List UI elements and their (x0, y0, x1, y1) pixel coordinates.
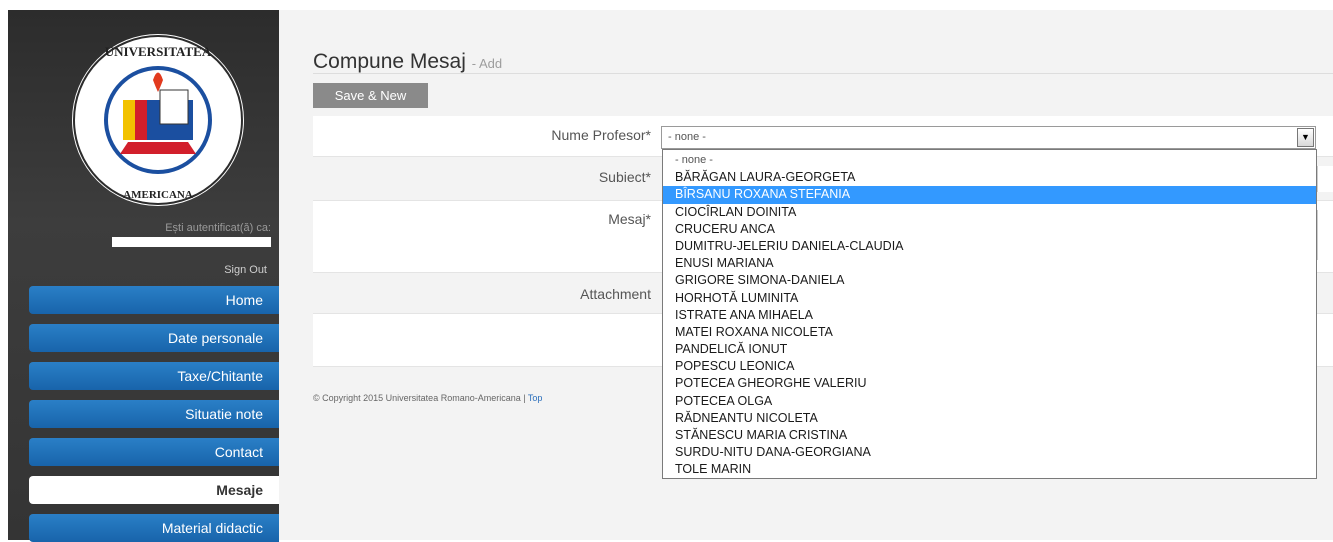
dropdown-option[interactable]: - none - (663, 152, 1316, 169)
save-new-button[interactable]: Save & New (313, 83, 428, 108)
page-subtitle: - Add (471, 56, 503, 71)
nav-taxe-chitante[interactable]: Taxe/Chitante (29, 362, 279, 390)
dropdown-option[interactable]: BÎRSANU ROXANA STEFANIA (663, 186, 1316, 204)
profesor-dropdown-list[interactable]: - none - BĂRĂGAN LAURA-GEORGETA BÎRSANU RO… (662, 149, 1317, 479)
nav-home[interactable]: Home (29, 286, 279, 314)
dropdown-option[interactable]: HORHOTĂ LUMINITA (663, 290, 1316, 307)
copyright-text: © Copyright 2015 Universitatea Romano-Am… (313, 393, 526, 403)
svg-text:UNIVERSITATEA: UNIVERSITATEA (105, 44, 212, 59)
subiect-label: Subiect* (598, 169, 651, 185)
sidebar: UNIVERSITATEA AMERICANA Ești autentifica… (8, 10, 279, 542)
page-title-text: Compune Mesaj (313, 50, 466, 73)
mesaj-textarea[interactable] (1317, 210, 1333, 260)
auth-username-field (112, 237, 271, 247)
dropdown-option[interactable]: BĂRĂGAN LAURA-GEORGETA (663, 169, 1316, 186)
mesaj-label: Mesaj* (608, 211, 651, 227)
footer-copyright: © Copyright 2015 Universitatea Romano-Am… (313, 393, 542, 403)
dropdown-option[interactable]: SURDU-NITU DANA-GEORGIANA (663, 444, 1316, 461)
dropdown-option[interactable]: DUMITRU-JELERIU DANIELA-CLAUDIA (663, 238, 1316, 255)
nav-contact[interactable]: Contact (29, 438, 279, 466)
dropdown-option[interactable]: CRUCERU ANCA (663, 221, 1316, 238)
dropdown-option[interactable]: POTECEA GHEORGHE VALERIU (663, 375, 1316, 392)
top-link[interactable]: Top (528, 393, 543, 403)
nav-material-didactic[interactable]: Material didactic (29, 514, 279, 542)
dropdown-option[interactable]: MATEI ROXANA NICOLETA (663, 324, 1316, 341)
profesor-select[interactable]: - none - ▼ (661, 126, 1316, 149)
page-title: Compune Mesaj - Add (313, 50, 502, 74)
dropdown-option[interactable]: STĂNESCU MARIA CRISTINA (663, 427, 1316, 444)
dropdown-option[interactable]: POPESCU LEONICA (663, 358, 1316, 375)
profesor-label: Nume Profesor* (551, 127, 651, 143)
attachment-label: Attachment (580, 286, 651, 302)
subiect-input[interactable] (1317, 166, 1333, 192)
dropdown-option[interactable]: TOLE MARIN (663, 461, 1316, 478)
sign-out-link[interactable]: Sign Out (224, 264, 267, 276)
dropdown-arrow-icon[interactable]: ▼ (1297, 128, 1314, 147)
svg-text:AMERICANA: AMERICANA (123, 189, 193, 201)
nav-mesaje[interactable]: Mesaje (29, 476, 279, 504)
dropdown-option[interactable]: ENUSI MARIANA (663, 255, 1316, 272)
university-logo: UNIVERSITATEA AMERICANA (72, 34, 244, 206)
auth-label: Ești autentificat(ă) ca: (165, 222, 271, 234)
profesor-select-value: - none - (668, 131, 706, 143)
title-divider (313, 73, 1333, 74)
dropdown-option[interactable]: RĂDNEANTU NICOLETA (663, 410, 1316, 427)
dropdown-option[interactable]: CIOCÎRLAN DOINITA (663, 204, 1316, 221)
nav-situatie-note[interactable]: Situatie note (29, 400, 279, 428)
dropdown-option[interactable]: POTECEA OLGA (663, 393, 1316, 410)
dropdown-option[interactable]: ISTRATE ANA MIHAELA (663, 307, 1316, 324)
dropdown-option[interactable]: GRIGORE SIMONA-DANIELA (663, 272, 1316, 289)
dropdown-option[interactable]: PANDELICĂ IONUT (663, 341, 1316, 358)
nav-date-personale[interactable]: Date personale (29, 324, 279, 352)
